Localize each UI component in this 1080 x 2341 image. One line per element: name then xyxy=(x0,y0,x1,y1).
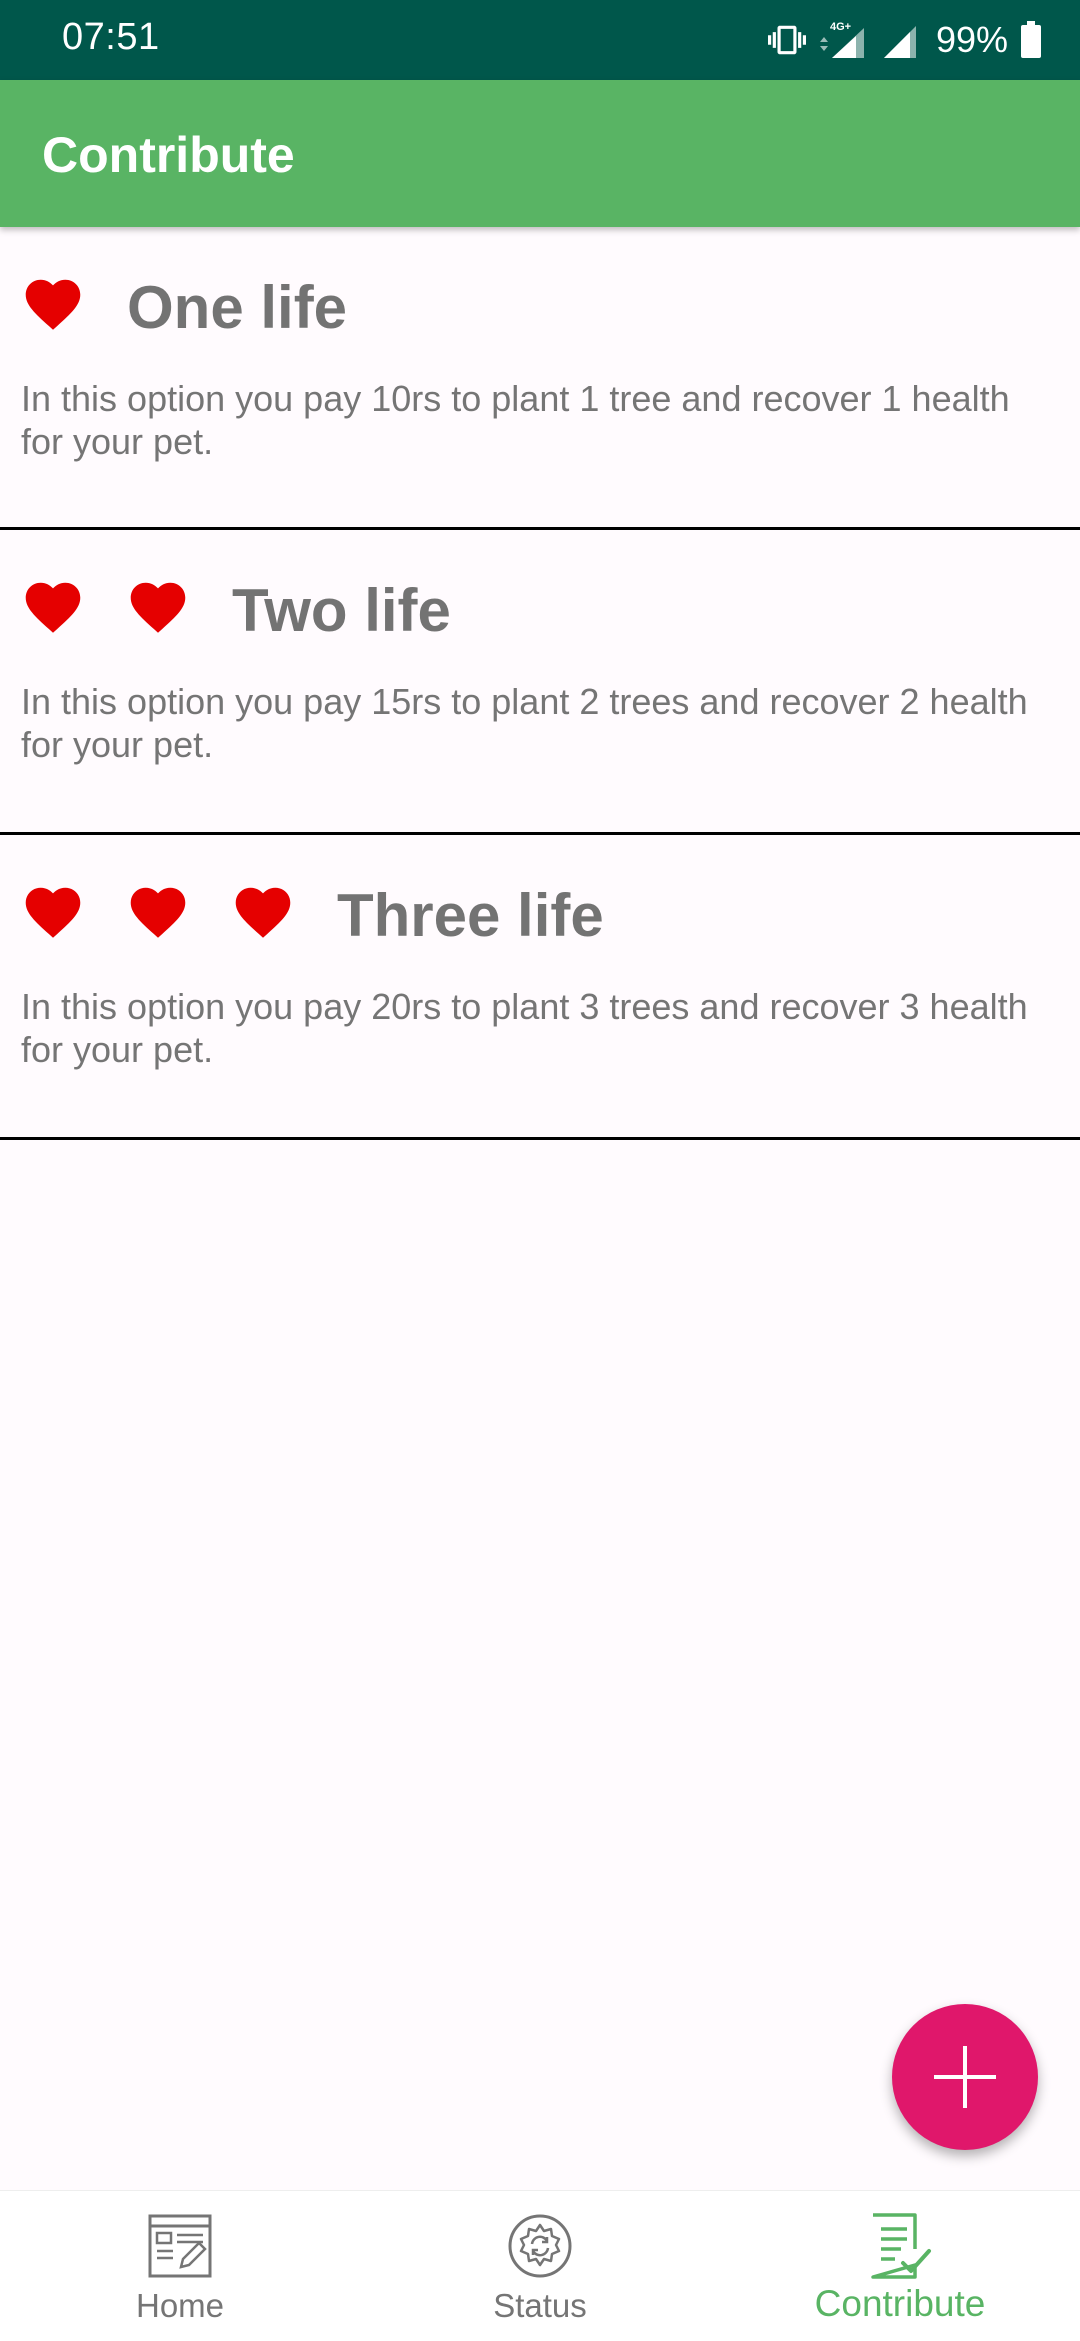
heart-icon xyxy=(25,582,81,633)
battery-icon xyxy=(1021,21,1041,58)
bottom-navigation: Home Status Contribute xyxy=(0,2190,1080,2341)
nav-label: Home xyxy=(135,2287,225,2324)
heart-icon xyxy=(25,279,81,330)
add-fab-button[interactable] xyxy=(892,2004,1038,2150)
option-title: Two life xyxy=(232,576,451,644)
heart-icon xyxy=(130,582,186,633)
nav-item-home[interactable]: Home xyxy=(0,2191,360,2341)
option-header: One life xyxy=(20,267,347,347)
option-three-life[interactable]: Three life In this option you pay 20rs t… xyxy=(0,835,1080,1140)
option-description: In this option you pay 15rs to plant 2 t… xyxy=(21,681,1028,765)
page-title: Contribute xyxy=(42,127,295,183)
network-type-label: 4G+ xyxy=(830,21,851,33)
battery-percent: 99% xyxy=(935,19,1008,60)
option-two-life[interactable]: Two life In this option you pay 15rs to … xyxy=(0,530,1080,835)
heart-icon xyxy=(235,887,291,938)
status-time: 07:51 xyxy=(62,16,160,58)
option-one-life[interactable]: One life In this option you pay 10rs to … xyxy=(0,227,1080,530)
nav-item-status[interactable]: Status xyxy=(360,2191,720,2341)
heart-icon xyxy=(25,887,81,938)
signal-4g-icon: 4G+ xyxy=(819,21,864,58)
option-title: Three life xyxy=(337,881,604,949)
heart-icon xyxy=(130,887,186,938)
status-bar: 07:51 4G+ 99% xyxy=(0,0,1080,80)
contribute-checklist-icon xyxy=(871,2213,931,2279)
status-icons: 4G+ 99% xyxy=(767,14,1042,66)
option-header: Two life xyxy=(20,570,451,650)
app-bar: Contribute xyxy=(0,80,1080,227)
home-dashboard-icon xyxy=(148,2214,212,2278)
vibrate-icon xyxy=(767,25,806,55)
status-gear-icon xyxy=(508,2214,572,2278)
contribution-options-list: One life In this option you pay 10rs to … xyxy=(0,227,1080,1140)
nav-label: Contribute xyxy=(814,2283,986,2324)
option-header: Three life xyxy=(20,875,604,955)
plus-icon xyxy=(934,2046,996,2108)
option-title: One life xyxy=(127,273,348,341)
nav-label: Status xyxy=(493,2287,587,2324)
option-description: In this option you pay 20rs to plant 3 t… xyxy=(21,986,1028,1070)
signal-icon xyxy=(883,26,916,58)
option-description: In this option you pay 10rs to plant 1 t… xyxy=(21,378,1010,462)
nav-item-contribute[interactable]: Contribute xyxy=(720,2191,1080,2341)
